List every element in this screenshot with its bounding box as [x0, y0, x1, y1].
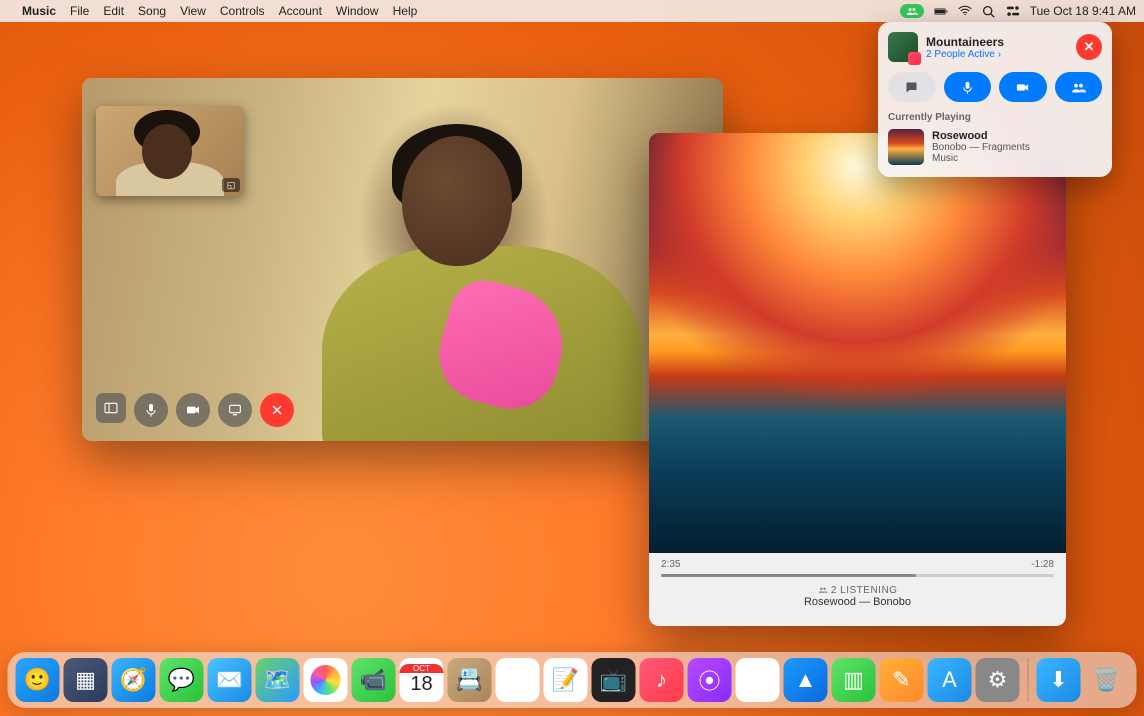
messages-button[interactable] — [888, 72, 936, 102]
dock-tv[interactable]: 📺 — [592, 658, 636, 702]
dock-finder[interactable]: 🙂 — [16, 658, 60, 702]
wifi-icon[interactable] — [958, 4, 972, 18]
dock-appstore[interactable]: A — [928, 658, 972, 702]
battery-icon[interactable] — [934, 4, 948, 18]
spotlight-icon[interactable] — [982, 4, 996, 18]
dock-keynote[interactable]: ▲ — [784, 658, 828, 702]
album-art[interactable] — [649, 133, 1066, 553]
mute-button[interactable] — [134, 393, 168, 427]
dock-trash[interactable]: 🗑️ — [1085, 658, 1129, 702]
menu-file[interactable]: File — [70, 4, 89, 18]
playback-scrubber[interactable] — [661, 574, 1054, 577]
leave-shareplay-button[interactable]: ✕ — [1076, 34, 1102, 60]
dock-mail[interactable]: ✉️ — [208, 658, 252, 702]
dock-downloads[interactable]: ⬇ — [1037, 658, 1081, 702]
dock-pages[interactable]: ✎ — [880, 658, 924, 702]
shareplay-status-icon[interactable] — [900, 4, 924, 18]
menu-account[interactable]: Account — [279, 4, 322, 18]
end-call-button[interactable] — [260, 393, 294, 427]
menu-help[interactable]: Help — [393, 4, 418, 18]
shareplay-panel: Mountaineers 2 People Active › ✕ Current… — [878, 22, 1112, 177]
now-playing-row[interactable]: Rosewood Bonobo — Fragments Music — [888, 129, 1102, 165]
facetime-controls — [96, 393, 294, 427]
remote-participant — [322, 136, 602, 436]
sidebar-button[interactable] — [96, 393, 126, 423]
camera-button[interactable] — [176, 393, 210, 427]
dock-music[interactable]: ♪ — [640, 658, 684, 702]
dock-messages[interactable]: 💬 — [160, 658, 204, 702]
dock-notes[interactable]: 📝 — [544, 658, 588, 702]
time-elapsed: 2:35 — [661, 559, 680, 570]
time-remaining: -1:28 — [1031, 559, 1054, 570]
video-button[interactable] — [999, 72, 1047, 102]
dock-calendar[interactable]: OCT18 — [400, 658, 444, 702]
dock-news[interactable]: N — [736, 658, 780, 702]
share-screen-button[interactable] — [218, 393, 252, 427]
track-label: Rosewood — Bonobo — [661, 596, 1054, 608]
facetime-self-view[interactable]: ◱ — [96, 106, 244, 196]
group-name: Mountaineers — [926, 35, 1068, 49]
group-thumbnail — [888, 32, 918, 62]
dock-reminders[interactable]: ☰ — [496, 658, 540, 702]
now-playing-artist-album: Bonobo — Fragments — [932, 142, 1030, 153]
menu-song[interactable]: Song — [138, 4, 166, 18]
dock-podcasts[interactable]: ⦿ — [688, 658, 732, 702]
dock-facetime[interactable]: 📹 — [352, 658, 396, 702]
dock-safari[interactable]: 🧭 — [112, 658, 156, 702]
now-playing-app: Music — [932, 153, 1030, 164]
menu-window[interactable]: Window — [336, 4, 379, 18]
shareplay-button[interactable] — [1055, 72, 1103, 102]
pip-expand-icon[interactable]: ◱ — [222, 178, 240, 192]
menubar: Music File Edit Song View Controls Accou… — [0, 0, 1144, 22]
facetime-window: ◱ — [82, 78, 723, 441]
dock-contacts[interactable]: 📇 — [448, 658, 492, 702]
dock-numbers[interactable]: ▥ — [832, 658, 876, 702]
listening-count: 2 LISTENING — [661, 585, 1054, 596]
dock: 🙂 ▦ 🧭 💬 ✉️ 🗺️ 📹 OCT18 📇 ☰ 📝 📺 ♪ ⦿ N ▲ ▥ … — [8, 652, 1137, 708]
music-miniplayer: 2:35 -1:28 2 LISTENING Rosewood — Bonobo — [649, 133, 1066, 626]
dock-settings[interactable]: ⚙ — [976, 658, 1020, 702]
dock-maps[interactable]: 🗺️ — [256, 658, 300, 702]
control-center-icon[interactable] — [1006, 4, 1020, 18]
now-playing-section-label: Currently Playing — [888, 112, 1102, 123]
group-active-link[interactable]: 2 People Active › — [926, 49, 1068, 60]
dock-launchpad[interactable]: ▦ — [64, 658, 108, 702]
menu-edit[interactable]: Edit — [103, 4, 124, 18]
mic-button[interactable] — [944, 72, 992, 102]
menu-controls[interactable]: Controls — [220, 4, 265, 18]
now-playing-art — [888, 129, 924, 165]
now-playing-title: Rosewood — [932, 130, 1030, 142]
dock-photos[interactable] — [304, 658, 348, 702]
menu-view[interactable]: View — [180, 4, 206, 18]
menubar-clock[interactable]: Tue Oct 18 9:41 AM — [1030, 4, 1136, 18]
app-menu[interactable]: Music — [22, 4, 56, 18]
